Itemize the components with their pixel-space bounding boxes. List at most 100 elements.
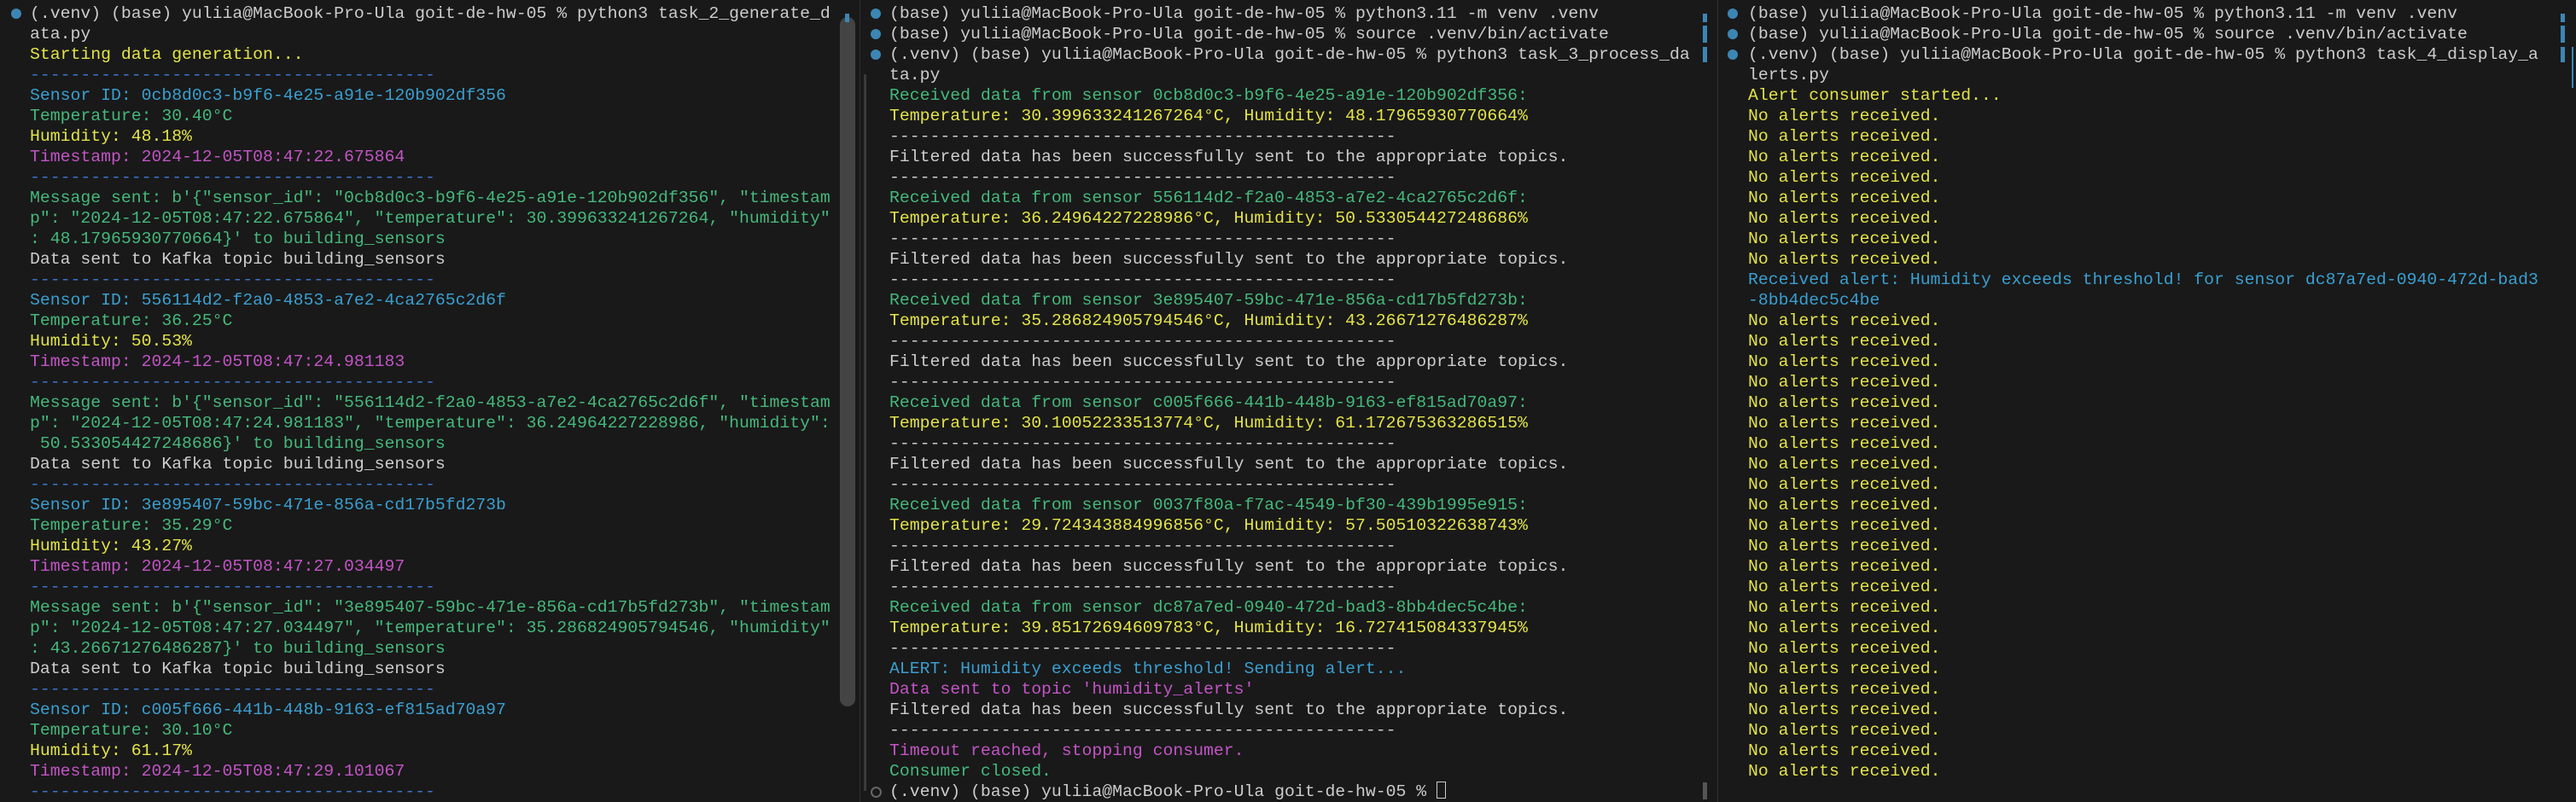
command-status-dot-icon[interactable]: [871, 49, 881, 60]
scroll-marker: [2572, 47, 2573, 88]
line-text: (.venv) (base) yuliia@MacBook-Pro-Ula go…: [889, 782, 1437, 801]
command-status-dot-icon[interactable]: [1728, 9, 1738, 19]
line-text: ----------------------------------------…: [889, 639, 1396, 658]
command-status-dot-icon[interactable]: [1728, 49, 1738, 60]
output-line: No alerts received.: [1748, 413, 1941, 433]
terminal-panel-display-alerts[interactable]: (base) yuliia@MacBook-Pro-Ula goit-de-hw…: [1718, 0, 2576, 802]
line-text: Received data from sensor dc87a7ed-0940-…: [889, 598, 1528, 617]
terminal-panel-generate-data[interactable]: (.venv) (base) yuliia@MacBook-Pro-Ula go…: [0, 0, 860, 802]
line-text: Temperature: 30.10052233513774°C, Humidi…: [889, 414, 1528, 433]
output-line: No alerts received.: [1748, 761, 1941, 782]
line-text: Received data from sensor 0cb8d0c3-b9f6-…: [889, 86, 1528, 105]
line-text: Temperature: 39.85172694609783°C, Humidi…: [889, 619, 1528, 637]
output-line: No alerts received.: [1748, 638, 1941, 659]
command-status-dot-icon[interactable]: [871, 787, 882, 798]
output-line: ----------------------------------------…: [889, 638, 1396, 659]
scrollbar-thumb[interactable]: [1703, 782, 1707, 799]
output-line: ----------------------------------------…: [889, 536, 1396, 556]
output-line: No alerts received.: [1748, 495, 1941, 515]
output-line: -8bb4dec5c4be: [1748, 290, 1880, 311]
line-text: No alerts received.: [1748, 393, 1941, 412]
command-status-dot-icon[interactable]: [871, 29, 881, 39]
line-text: No alerts received.: [1748, 230, 1941, 248]
line-text: ----------------------------------------: [30, 66, 435, 84]
command-status-dot-icon[interactable]: [1728, 29, 1738, 39]
line-text: Data sent to Kafka topic building_sensor…: [30, 455, 446, 474]
command-prompt-line: (base) yuliia@MacBook-Pro-Ula goit-de-hw…: [1748, 24, 2468, 44]
output-line: No alerts received.: [1748, 126, 1941, 147]
output-line: ta.py: [889, 65, 940, 85]
line-text: (.venv) (base) yuliia@MacBook-Pro-Ula go…: [30, 4, 830, 23]
output-line: No alerts received.: [1748, 700, 1941, 720]
line-text: Sensor ID: 3e895407-59bc-471e-856a-cd17b…: [30, 496, 506, 514]
line-text: Message sent: b'{"sensor_id": "0cb8d0c3-…: [30, 189, 830, 207]
output-line: No alerts received.: [1748, 474, 1941, 495]
line-text: No alerts received.: [1748, 516, 1941, 535]
line-text: No alerts received.: [1748, 250, 1941, 269]
line-text: ----------------------------------------: [30, 168, 435, 187]
output-line: ----------------------------------------: [30, 679, 435, 700]
output-line: Message sent: b'{"sensor_id": "0cb8d0c3-…: [30, 188, 830, 208]
command-prompt-line: (base) yuliia@MacBook-Pro-Ula goit-de-hw…: [889, 24, 1609, 44]
line-text: No alerts received.: [1748, 721, 1941, 740]
line-text: ----------------------------------------…: [889, 373, 1396, 392]
output-line: Data sent to topic 'humidity_alerts': [889, 679, 1254, 700]
output-line: No alerts received.: [1748, 454, 1941, 474]
line-text: Message sent: b'{"sensor_id": "3e895407-…: [30, 598, 830, 617]
output-line: Temperature: 30.10°C: [30, 720, 232, 741]
line-text: p": "2024-12-05T08:47:22.675864", "tempe…: [30, 209, 830, 228]
line-text: No alerts received.: [1748, 209, 1941, 228]
output-line: Filtered data has been successfully sent…: [889, 700, 1568, 720]
line-text: ----------------------------------------…: [889, 721, 1396, 740]
line-text: ----------------------------------------…: [889, 127, 1396, 146]
line-text: No alerts received.: [1748, 762, 1941, 781]
line-text: No alerts received.: [1748, 598, 1941, 617]
output-line: No alerts received.: [1748, 188, 1941, 208]
line-text: Temperature: 36.24964227228986°C, Humidi…: [889, 209, 1528, 228]
output-line: No alerts received.: [1748, 372, 1941, 392]
output-line: No alerts received.: [1748, 167, 1941, 188]
line-text: ----------------------------------------…: [889, 270, 1396, 289]
output-line: Filtered data has been successfully sent…: [889, 454, 1568, 474]
line-text: No alerts received.: [1748, 455, 1941, 474]
output-line: ----------------------------------------: [30, 782, 435, 802]
line-text: No alerts received.: [1748, 434, 1941, 453]
line-text: No alerts received.: [1748, 414, 1941, 433]
line-text: Humidity: 61.17%: [30, 741, 192, 760]
output-line: Consumer closed.: [889, 761, 1052, 782]
output-line: No alerts received.: [1748, 106, 1941, 126]
output-line: Humidity: 43.27%: [30, 536, 192, 556]
output-line: No alerts received.: [1748, 556, 1941, 577]
line-text: No alerts received.: [1748, 168, 1941, 187]
line-text: No alerts received.: [1748, 537, 1941, 555]
output-line: No alerts received.: [1748, 311, 1941, 331]
output-line: Received data from sensor 3e895407-59bc-…: [889, 290, 1528, 311]
scroll-marker: [845, 14, 849, 22]
output-line: Temperature: 36.25°C: [30, 311, 232, 331]
line-text: p": "2024-12-05T08:47:27.034497", "tempe…: [30, 619, 830, 637]
output-line: No alerts received.: [1748, 720, 1941, 741]
command-status-dot-icon[interactable]: [11, 9, 21, 19]
line-text: Temperature: 30.10°C: [30, 721, 233, 740]
command-status-dot-icon[interactable]: [871, 9, 881, 19]
line-text: Data sent to Kafka topic building_sensor…: [30, 250, 446, 269]
line-text: Timeout reached, stopping consumer.: [889, 741, 1244, 760]
terminal-cursor[interactable]: [1437, 782, 1447, 799]
output-line: No alerts received.: [1748, 208, 1941, 229]
line-text: Filtered data has been successfully sent…: [889, 557, 1569, 576]
line-text: No alerts received.: [1748, 680, 1941, 699]
output-line: ----------------------------------------: [30, 577, 435, 597]
output-line: Timestamp: 2024-12-05T08:47:29.101067: [30, 761, 405, 782]
scrollbar-thumb[interactable]: [840, 17, 855, 706]
terminal-panel-process-data[interactable]: (base) yuliia@MacBook-Pro-Ula goit-de-hw…: [860, 0, 1717, 802]
output-line: Filtered data has been successfully sent…: [889, 249, 1568, 270]
line-text: Temperature: 36.25°C: [30, 311, 233, 330]
output-line: ----------------------------------------…: [889, 474, 1396, 495]
output-line: No alerts received.: [1748, 741, 1941, 761]
line-text: Filtered data has been successfully sent…: [889, 148, 1569, 166]
output-line: p": "2024-12-05T08:47:27.034497", "tempe…: [30, 618, 830, 638]
line-text: (base) yuliia@MacBook-Pro-Ula goit-de-hw…: [889, 25, 1609, 44]
line-text: ----------------------------------------: [30, 578, 435, 596]
line-text: Humidity: 50.53%: [30, 332, 192, 351]
line-text: ----------------------------------------…: [889, 230, 1396, 248]
